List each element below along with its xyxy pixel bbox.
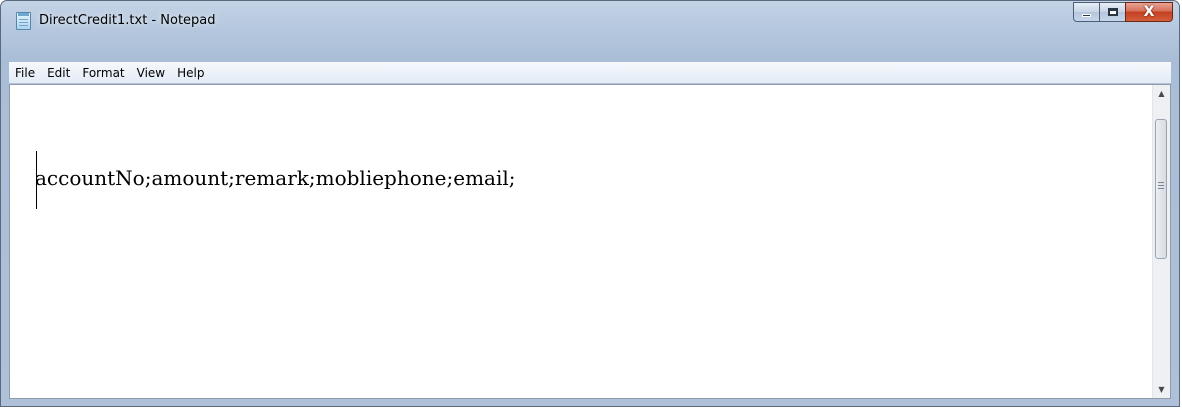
menu-edit[interactable]: Edit bbox=[41, 63, 76, 83]
window-title: DirectCredit1.txt - Notepad bbox=[39, 13, 216, 28]
text-editor-area[interactable]: accountNo;amount;remark;mobliephone;emai… bbox=[9, 84, 1171, 399]
thumb-grip-icon bbox=[1158, 182, 1164, 189]
notepad-window: DirectCredit1.txt - Notepad X File Edit … bbox=[0, 0, 1180, 407]
maximize-button[interactable] bbox=[1099, 2, 1126, 22]
menu-format[interactable]: Format bbox=[76, 63, 130, 83]
text-caret bbox=[36, 151, 37, 209]
editor-line: accountNo;amount;remark;mobliephone;emai… bbox=[35, 166, 516, 190]
scroll-up-arrow-icon[interactable]: ▲ bbox=[1153, 85, 1170, 102]
window-controls: X bbox=[1073, 2, 1173, 22]
menu-help[interactable]: Help bbox=[171, 63, 210, 83]
minimize-icon bbox=[1082, 13, 1091, 17]
menu-file[interactable]: File bbox=[9, 63, 41, 83]
close-button[interactable]: X bbox=[1125, 2, 1173, 22]
notepad-icon[interactable] bbox=[16, 12, 31, 30]
menu-view[interactable]: View bbox=[131, 63, 171, 83]
title-bar[interactable]: DirectCredit1.txt - Notepad X bbox=[1, 1, 1179, 41]
vertical-scrollbar[interactable]: ▲ ▼ bbox=[1152, 85, 1170, 398]
maximize-icon bbox=[1107, 8, 1118, 16]
close-icon: X bbox=[1143, 4, 1155, 20]
minimize-button[interactable] bbox=[1073, 2, 1100, 22]
scrollbar-thumb[interactable] bbox=[1155, 119, 1167, 259]
menu-bar: File Edit Format View Help bbox=[9, 62, 1171, 84]
text-editor[interactable]: accountNo;amount;remark;mobliephone;emai… bbox=[10, 85, 1153, 398]
scroll-down-arrow-icon[interactable]: ▼ bbox=[1153, 381, 1170, 398]
